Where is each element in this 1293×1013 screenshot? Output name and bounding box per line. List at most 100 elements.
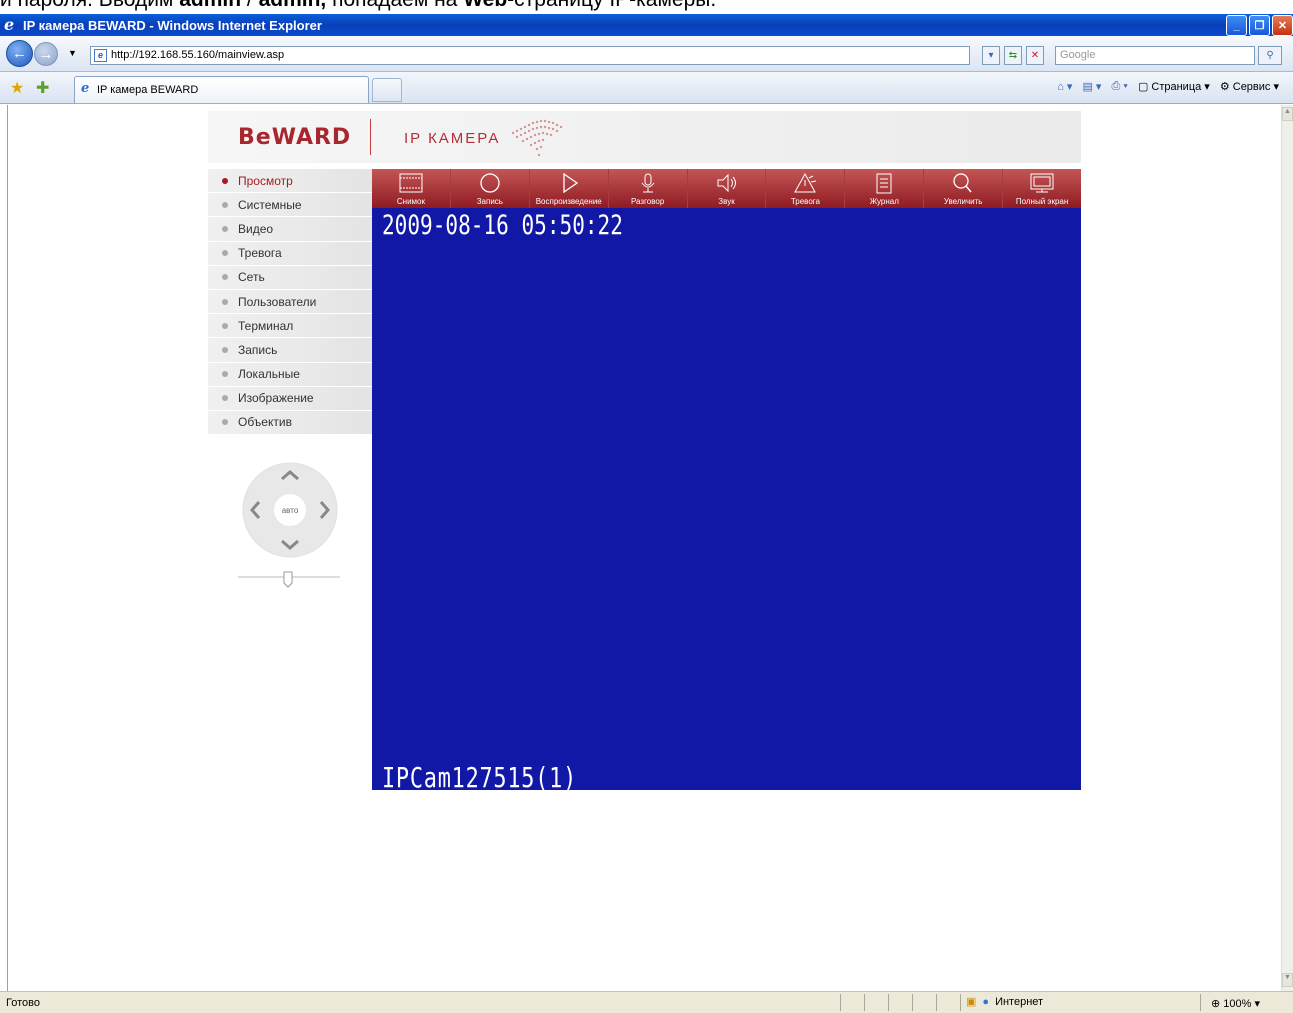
menu-item-8[interactable]: Локальные	[208, 362, 372, 387]
status-bar: Готово ▣ ● Интернет ⊕ 100% ▾	[0, 991, 1293, 1013]
search-input[interactable]: Google	[1055, 46, 1255, 65]
bullet-icon	[222, 298, 228, 305]
zoom-icon	[953, 173, 972, 193]
toolbar-button-6[interactable]: Журнал	[845, 169, 925, 208]
bullet-icon	[222, 274, 228, 281]
alarm-icon	[794, 172, 817, 193]
tools-menu[interactable]: ⚙ Сервис ▾	[1220, 80, 1279, 93]
page-icon: e	[94, 49, 107, 62]
menu-item-2[interactable]: Видео	[208, 217, 372, 242]
print-icon[interactable]: ⎙ ▾	[1111, 80, 1127, 93]
osd-timestamp: 2009-08-16 05:50:22	[382, 210, 623, 241]
vertical-scrollbar[interactable]: ▲ ▼	[1281, 105, 1293, 991]
menu-item-1[interactable]: Системные	[208, 193, 372, 218]
bullet-icon	[222, 322, 228, 329]
toolbar-label: Запись	[476, 197, 503, 206]
search-icon[interactable]: ⚲	[1258, 46, 1282, 65]
address-dropdown-button[interactable]: ▾	[982, 46, 1000, 65]
toolbar-button-4[interactable]: Звук	[688, 169, 767, 208]
minimize-button[interactable]: _	[1226, 15, 1247, 36]
document-caption: и пароля. Вводим admin / admin, попадаем…	[0, 0, 1293, 14]
ptz-speed-slider[interactable]	[238, 571, 340, 589]
forward-button[interactable]: →	[34, 42, 58, 66]
bullet-icon	[222, 201, 228, 208]
log-icon	[876, 173, 892, 194]
toolbar-label: Воспроизведение	[535, 197, 602, 206]
toolbar-label: Увеличить	[943, 197, 983, 206]
toolbar-button-3[interactable]: Разговор	[609, 169, 688, 208]
refresh-button[interactable]: ⇆	[1004, 46, 1022, 65]
microphone-icon	[641, 173, 655, 193]
menu-item-label: Терминал	[238, 318, 294, 333]
menu-item-label: Пользователи	[238, 294, 317, 309]
menu-item-label: Сеть	[238, 270, 265, 285]
history-dropdown-icon[interactable]: ▼	[68, 48, 77, 58]
menu-item-10[interactable]: Объектив	[208, 410, 372, 436]
address-input[interactable]: e http://192.168.55.160/mainview.asp	[90, 46, 970, 65]
video-view[interactable]: 2009-08-16 05:50:22 IPCam127515(1)	[372, 208, 1081, 794]
window-titlebar: e IP камера BEWARD - Windows Internet Ex…	[0, 14, 1293, 36]
menu-item-6[interactable]: Терминал	[208, 314, 372, 339]
ptz-control: авто	[242, 462, 338, 558]
stop-button[interactable]: ✕	[1026, 46, 1044, 65]
back-button[interactable]: ←	[6, 40, 33, 67]
toolbar-button-0[interactable]: Снимок	[372, 169, 451, 208]
menu-item-7[interactable]: Запись	[208, 338, 372, 363]
protected-mode-icon: ▣	[966, 996, 977, 1008]
globe-icon: ●	[982, 995, 990, 1008]
toolbar-label: Звук	[718, 197, 735, 206]
bullet-icon	[222, 177, 228, 184]
menu-item-label: Системные	[238, 197, 302, 212]
favorites-star-icon[interactable]: ★	[10, 78, 24, 98]
play-icon	[563, 172, 578, 194]
home-icon[interactable]: ⌂ ▾	[1057, 80, 1072, 93]
menu-item-0[interactable]: Просмотр	[208, 169, 372, 194]
menu-item-5[interactable]: Пользователи	[208, 289, 372, 315]
maximize-button[interactable]: ❐	[1249, 15, 1270, 36]
toolbar-label: Полный экран	[1015, 197, 1069, 206]
menu-item-4[interactable]: Сеть	[208, 265, 372, 290]
toolbar-label: Снимок	[396, 197, 425, 206]
page-menu[interactable]: ▢ Страница ▾	[1138, 80, 1210, 93]
toolbar-button-1[interactable]: Запись	[451, 169, 530, 208]
toolbar-label: Журнал	[869, 197, 899, 206]
toolbar-label: Тревога	[790, 197, 820, 206]
tab-ip-camera[interactable]: e IP камера BEWARD	[74, 76, 369, 103]
toolbar-label: Разговор	[630, 197, 665, 206]
close-button[interactable]: ✕	[1272, 15, 1293, 36]
address-toolbar: ← → ▼ e http://192.168.55.160/mainview.as…	[0, 36, 1293, 72]
menu-item-9[interactable]: Изображение	[208, 386, 372, 411]
bullet-icon	[222, 371, 228, 378]
zoom-level[interactable]: ⊕ 100% ▾	[1211, 997, 1260, 1010]
ie-logo-icon: e	[4, 15, 15, 34]
bullet-icon	[222, 225, 228, 232]
speaker-icon	[717, 173, 736, 193]
toolbar-button-2[interactable]: Воспроизведение	[530, 169, 609, 208]
toolbar-button-7[interactable]: Увеличить	[924, 169, 1004, 208]
new-tab-button[interactable]	[372, 78, 402, 102]
menu-item-label: Тревога	[238, 246, 282, 261]
status-text: Готово	[6, 997, 40, 1009]
menu-item-label: Запись	[238, 342, 278, 357]
side-menu: Просмотр Системные Видео Тревога Сеть Пользов…	[208, 169, 372, 436]
bullet-icon	[222, 250, 228, 257]
bullet-icon	[222, 419, 228, 426]
slider-thumb[interactable]	[283, 571, 293, 588]
menu-item-3[interactable]: Тревога	[208, 241, 372, 266]
product-title: IP КАМЕРА	[404, 130, 501, 147]
ptz-auto-button[interactable]: авто	[282, 506, 299, 515]
fullscreen-icon	[1030, 173, 1054, 193]
toolbar-button-8[interactable]: Полный экран	[1003, 169, 1081, 208]
osd-camera-name: IPCam127515(1)	[382, 761, 578, 794]
security-zone: ▣ ● Интернет	[966, 995, 1044, 1009]
command-bar: ⌂ ▾ ▤ ▾ ⎙ ▾ ▢ Страница ▾ ⚙ Сервис ▾	[1057, 80, 1279, 93]
beward-logo: BeWARD	[238, 125, 352, 150]
film-icon	[399, 173, 423, 193]
menu-item-label: Объектив	[238, 415, 292, 430]
menu-item-label: Видео	[238, 221, 274, 236]
ie-page-icon: e	[81, 81, 90, 96]
toolbar-button-5[interactable]: Тревога	[766, 169, 846, 208]
menu-item-label: Просмотр	[238, 173, 293, 188]
add-favorites-icon[interactable]: ✚	[36, 78, 49, 98]
feeds-icon[interactable]: ▤ ▾	[1082, 80, 1101, 93]
